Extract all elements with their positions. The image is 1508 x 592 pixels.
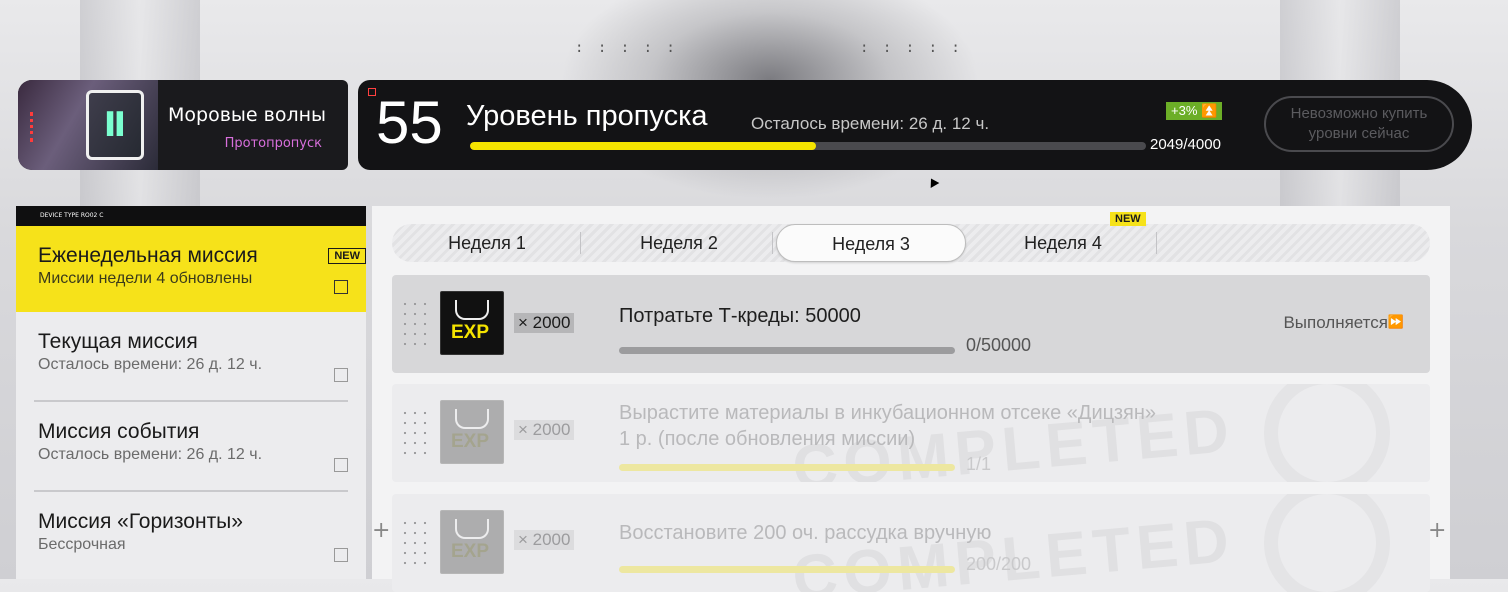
mission-progress-text: 200/200 [966,554,1032,574]
season-card[interactable]: Ⅱ Моровые волны Протопропуск [18,80,348,170]
menu-item-event[interactable]: Миссия события Осталось времени: 26 д. 1… [16,402,366,490]
reward-quantity: × 2000 [514,420,575,440]
external-link-icon [334,280,348,294]
exp-reward-icon: EXP [440,291,504,355]
fast-forward-icon: ⏩ [1387,315,1404,330]
xp-progress-fill [470,142,817,150]
reward-icon-label: EXP [451,322,490,343]
tab-week-3[interactable]: Неделя 3 [776,224,966,262]
exp-reward-icon: EXP [440,510,504,574]
mission-progress-fill [619,566,955,573]
decorative-dots [400,299,430,349]
decorative-dots [400,408,430,458]
mission-row[interactable]: COMPLETED EXP × 2000 Восстановите 200 оч… [392,494,1430,592]
xp-progress-track [470,142,1146,150]
completed-check-icon [1264,494,1390,592]
menu-item-weekly[interactable]: Еженедельная миссия Миссии недели 4 обно… [16,226,366,312]
pass-level-label: Уровень пропуска [466,100,708,132]
exp-logo-icon [455,519,489,539]
exp-logo-icon [455,300,489,320]
menu-item-title: Еженедельная миссия [38,244,258,267]
tab-divider [772,232,773,254]
external-link-icon [334,368,348,382]
mission-status[interactable]: Выполняется [1283,313,1388,333]
menu-item-title: Миссия «Горизонты» [38,510,243,533]
exp-logo-icon [455,409,489,429]
mission-progress-track [619,347,955,354]
menu-item-title: Текущая миссия [38,330,198,353]
week-tabs: Неделя 1 Неделя 2 Неделя 3 Неделя 4 NEW [392,212,1430,262]
mission-row[interactable]: COMPLETED EXP × 2000 Вырастите материалы… [392,384,1430,482]
menu-item-subtitle: Осталось времени: 26 д. 12 ч. [38,356,263,373]
external-link-icon [334,548,348,562]
new-badge: NEW [328,248,366,264]
pass-level-number: 55 [376,89,443,156]
mission-progress-text: 1/1 [966,454,992,474]
menu-item-subtitle: Бессрочная [38,536,126,553]
reward-quantity: × 2000 [514,530,575,550]
pass-time-left: Осталось времени: 26 д. 12 ч. [751,114,990,133]
pass-level-bar: 55 Уровень пропуска Осталось времени: 26… [358,80,1472,170]
xp-value: 2049/4000 [1150,136,1221,153]
mission-description: Вырастите материалы в инкубационном отсе… [619,402,1157,450]
xp-bonus-badge: +3% ⏫ [1166,102,1223,120]
mission-description: Потратьте Т-креды: 50000 [619,305,861,327]
menu-item-subtitle: Миссии недели 4 обновлены [38,270,253,287]
mission-description: Восстановите 200 оч. рассудка вручную [619,522,992,544]
menu-item-title: Миссия события [38,420,200,443]
reward-quantity: × 2000 [514,313,575,333]
mission-progress-text: 0/50000 [966,335,1032,355]
background-dots: : : : : : [860,40,963,56]
completed-check-icon [1264,384,1390,482]
new-badge: NEW [1110,212,1146,226]
menu-header: DEVICE TYPE RO02 C [16,206,366,226]
mission-row[interactable]: EXP × 2000 Потратьте Т-креды: 50000 0/50… [392,275,1430,373]
reward-icon-label: EXP [451,431,490,452]
decorative-ticks [30,112,43,142]
mission-progress-track [619,464,955,471]
season-emblem-icon: Ⅱ [86,90,144,160]
mission-category-menu: DEVICE TYPE RO02 C Еженедельная миссия М… [16,206,366,579]
decorative-square-icon [368,88,376,96]
tab-week-1[interactable]: Неделя 1 [392,224,582,262]
tab-week-4[interactable]: Неделя 4 [968,224,1158,262]
tab-divider [1156,232,1157,254]
tab-divider [580,232,581,254]
mission-progress-fill [619,464,955,471]
exp-reward-icon: EXP [440,400,504,464]
missions-panel: Неделя 1 Неделя 2 Неделя 3 Неделя 4 NEW … [372,206,1450,592]
decorative-dots [400,518,430,568]
external-link-icon [334,458,348,472]
menu-item-subtitle: Осталось времени: 26 д. 12 ч. [38,446,263,463]
menu-item-current[interactable]: Текущая миссия Осталось времени: 26 д. 1… [16,312,366,400]
season-title: Моровые волны [168,104,327,126]
plus-icon: + [1428,518,1447,543]
background-dots: : : : : : [575,40,678,56]
buy-levels-button[interactable]: Невозможно купить уровни сейчас [1264,96,1454,152]
tab-week-2[interactable]: Неделя 2 [584,224,774,262]
reward-icon-label: EXP [451,541,490,562]
plus-icon: + [372,518,391,543]
mission-progress-track [619,566,955,573]
menu-item-horizons[interactable]: Миссия «Горизонты» Бессрочная [16,492,366,580]
season-subtitle: Протопропуск [224,136,322,151]
